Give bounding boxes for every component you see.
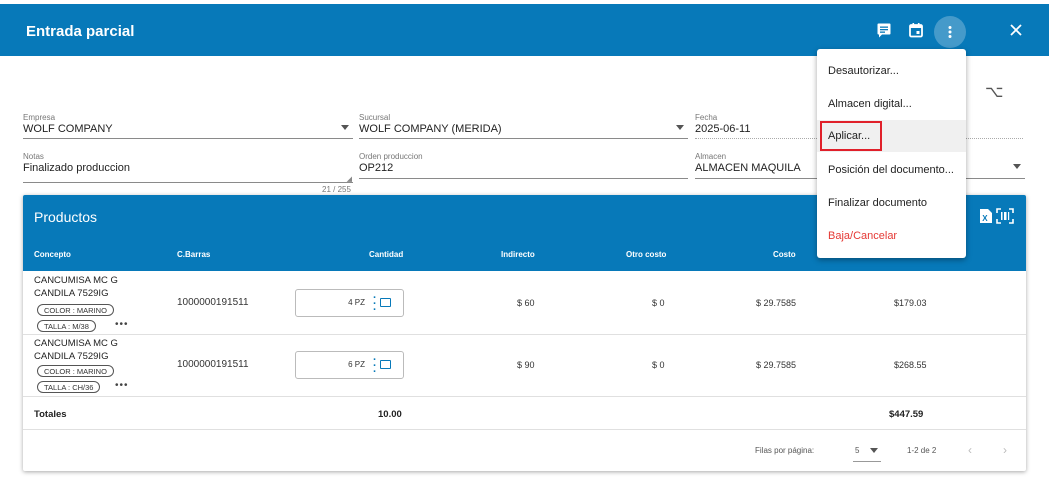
menu-item-aplicar[interactable]: Aplicar... (817, 120, 966, 152)
excel-icon[interactable]: X (979, 208, 993, 229)
almacen-value: ALMACEN MAQUILA (695, 162, 801, 174)
svg-text:X: X (982, 214, 988, 223)
orden-label: Orden produccion (359, 152, 423, 161)
more-vert-icon[interactable]: · · · (373, 355, 377, 378)
rows-per-page-value: 5 (855, 446, 860, 455)
chevron-down-icon (676, 125, 684, 130)
barcode-cell: 1000000191511 (177, 359, 249, 370)
notas-counter: 21 / 255 (322, 185, 351, 194)
more-vert-icon[interactable] (934, 16, 966, 48)
keyboard-icon[interactable] (380, 298, 391, 307)
empresa-value: WOLF COMPANY (23, 123, 113, 135)
otro-costo-cell: $ 0 (652, 360, 665, 370)
page-range: 1-2 de 2 (907, 446, 937, 455)
column-header-barras[interactable]: C.Barras (177, 250, 210, 259)
chevron-down-icon (869, 448, 878, 454)
table-row: CANCUMISA MC G CANDILA 7529IG COLOR : MA… (23, 335, 1026, 397)
notas-label: Notas (23, 152, 44, 161)
keyboard-icon[interactable] (380, 360, 391, 369)
orden-field[interactable]: Orden produccion OP212 (359, 152, 688, 179)
concept-line: CANCUMISA MC G (34, 275, 118, 286)
totals-row: Totales 10.00 $447.59 (23, 397, 1026, 430)
prev-page-icon[interactable]: ‹ (968, 443, 972, 457)
column-header-concepto[interactable]: Concepto (34, 250, 71, 259)
resize-handle-icon[interactable]: ◢ (347, 175, 352, 183)
barcode-scan-icon[interactable] (996, 208, 1014, 229)
otro-costo-cell: $ 0 (652, 298, 665, 308)
chevron-down-icon (1013, 164, 1021, 169)
quantity-value: 4 PZ (348, 298, 365, 307)
orden-value: OP212 (359, 162, 394, 174)
totals-label: Totales (34, 409, 67, 420)
menu-item-almacen-digital[interactable]: Almacen digital... (817, 88, 966, 120)
concept-line: CANDILA 7529IG (34, 288, 109, 299)
more-horiz-icon[interactable]: ••• (115, 380, 129, 391)
barcode-cell: 1000000191511 (177, 297, 249, 308)
fecha-field[interactable]: Fecha 2025-06-11 (695, 113, 815, 139)
table-row: CANCUMISA MC G CANDILA 7529IG COLOR : MA… (23, 271, 1026, 335)
menu-item-baja-cancelar[interactable]: Baja/Cancelar (817, 220, 966, 252)
sucursal-value: WOLF COMPANY (MERIDA) (359, 123, 502, 135)
indirecto-cell: $ 90 (517, 360, 535, 370)
indirecto-cell: $ 60 (517, 298, 535, 308)
notas-textarea[interactable]: Notas Finalizado produccion ◢ (23, 152, 353, 184)
concept-line: CANDILA 7529IG (34, 351, 109, 362)
costo-cell: $ 29.7585 (756, 360, 797, 370)
totals-qty: 10.00 (378, 409, 402, 420)
attribute-chip: COLOR : MARINO (37, 304, 114, 316)
fecha-label: Fecha (695, 113, 718, 122)
context-menu: Desautorizar... Almacen digital... Aplic… (817, 49, 966, 258)
empresa-select[interactable]: Empresa WOLF COMPANY (23, 113, 353, 139)
filter-icon[interactable]: ⌥ (985, 82, 1003, 102)
menu-item-posicion[interactable]: Posición del documento... (817, 154, 966, 186)
empresa-label: Empresa (23, 113, 56, 122)
next-page-icon[interactable]: › (1003, 443, 1007, 457)
total-cell: $268.55 (894, 360, 927, 370)
calendar-icon[interactable] (904, 18, 928, 42)
concept-line: CANCUMISA MC G (34, 338, 118, 349)
menu-item-desautorizar[interactable]: Desautorizar... (817, 55, 966, 87)
more-horiz-icon[interactable]: ••• (115, 319, 129, 330)
attribute-chip: TALLA : M/38 (37, 320, 96, 332)
quantity-input[interactable]: 4 PZ · · · (295, 289, 404, 317)
comment-icon[interactable] (872, 18, 896, 42)
rows-per-page-select[interactable]: 5 (855, 446, 878, 455)
almacen-label: Almacen (695, 152, 727, 161)
column-header-cantidad[interactable]: Cantidad (369, 250, 403, 259)
sucursal-select[interactable]: Sucursal WOLF COMPANY (MERIDA) (359, 113, 688, 139)
sucursal-label: Sucursal (359, 113, 391, 122)
notas-value: Finalizado produccion (23, 162, 131, 174)
products-title: Productos (34, 209, 98, 225)
quantity-value: 6 PZ (348, 360, 365, 369)
fecha-value: 2025-06-11 (695, 123, 751, 135)
close-icon[interactable] (1004, 18, 1028, 42)
column-header-costo[interactable]: Costo (773, 250, 796, 259)
quantity-input[interactable]: 6 PZ · · · (295, 351, 404, 379)
column-header-indirecto[interactable]: Indirecto (501, 250, 535, 259)
chevron-down-icon (341, 125, 349, 130)
menu-item-finalizar[interactable]: Finalizar documento (817, 187, 966, 219)
rows-per-page-label: Filas por página: (755, 446, 815, 455)
more-vert-icon[interactable]: · · · (373, 293, 377, 316)
costo-cell: $ 29.7585 (756, 298, 797, 308)
highlight-box (820, 121, 882, 151)
column-header-otro-costo[interactable]: Otro costo (626, 250, 666, 259)
page-title: Entrada parcial (26, 23, 135, 40)
totals-amount: $447.59 (889, 409, 924, 420)
attribute-chip: TALLA : CH/36 (37, 381, 101, 393)
attribute-chip: COLOR : MARINO (37, 365, 114, 377)
total-cell: $179.03 (894, 298, 927, 308)
